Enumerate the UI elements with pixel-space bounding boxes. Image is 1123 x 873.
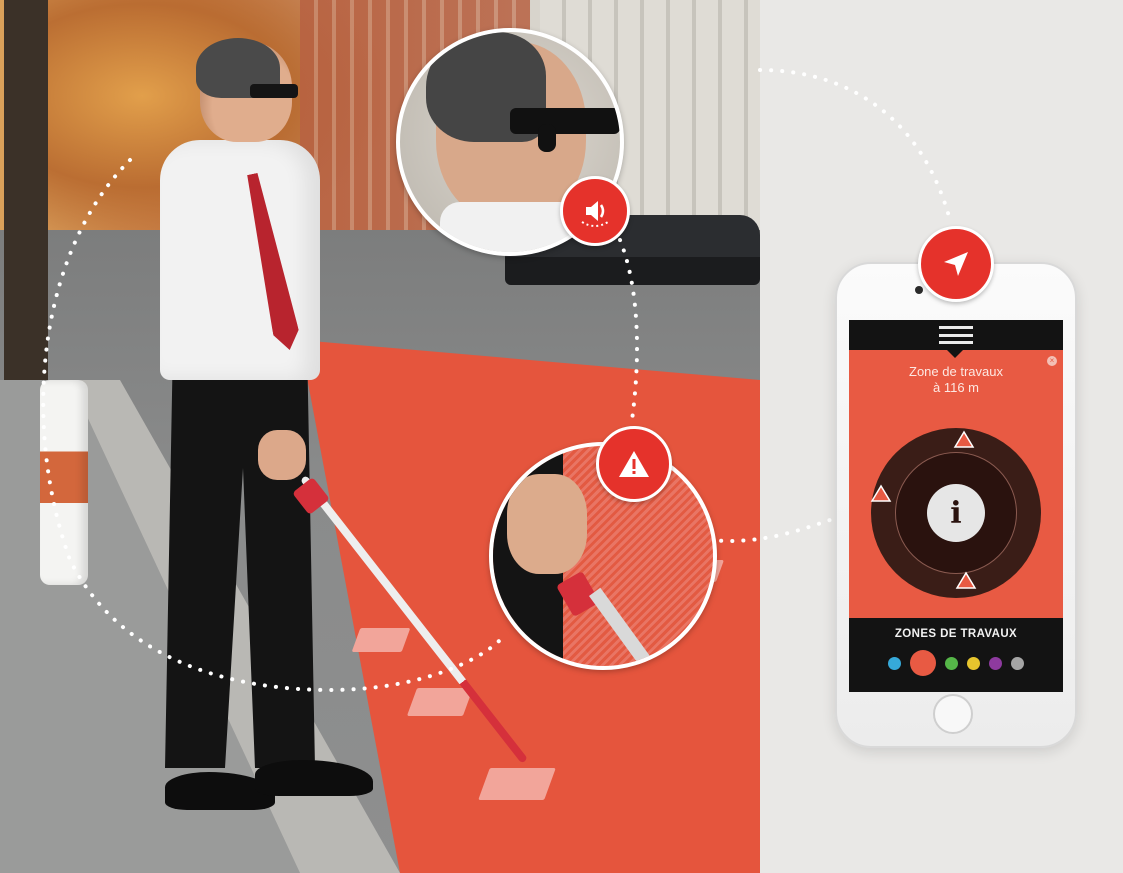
- legend-title: ZONES DE TRAVAUX: [894, 628, 1018, 640]
- color-swatch[interactable]: [910, 650, 936, 676]
- category-swatches: [849, 650, 1063, 676]
- color-swatch[interactable]: [967, 656, 980, 670]
- color-swatch[interactable]: [1011, 656, 1024, 670]
- smartphone: × Zone de travaux à 116 m i ZONES DE TRA…: [835, 262, 1077, 748]
- lane-marking: [478, 768, 556, 800]
- tree-trunk: [4, 0, 48, 380]
- color-swatch[interactable]: [989, 656, 1002, 670]
- hazard-marker-top: [953, 430, 975, 448]
- speaker-icon: [560, 176, 630, 246]
- navigation-arrow-icon: [918, 226, 994, 302]
- man-shirt: [160, 140, 320, 380]
- man-hand: [258, 430, 306, 480]
- hazard-marker-bottom: [955, 571, 977, 589]
- home-button[interactable]: [933, 694, 973, 734]
- bollard: [40, 380, 88, 585]
- lane-marking: [351, 628, 411, 652]
- front-camera: [915, 286, 923, 294]
- app-screen: × Zone de travaux à 116 m i ZONES DE TRA…: [849, 320, 1063, 692]
- color-swatch[interactable]: [888, 656, 901, 670]
- color-swatch[interactable]: [945, 656, 958, 670]
- sunglasses: [250, 84, 298, 98]
- hazard-marker-left: [870, 484, 892, 502]
- lane-marking: [406, 688, 474, 716]
- warning-triangle-icon: [596, 426, 672, 502]
- radar-markers: [870, 430, 977, 589]
